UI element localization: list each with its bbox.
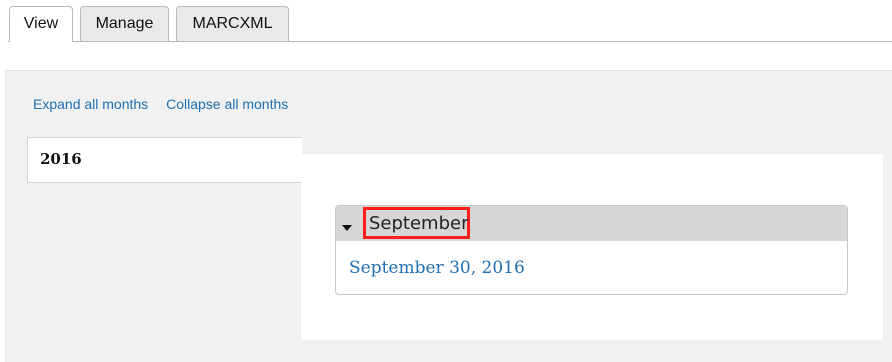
day-link-september-30-2016[interactable]: September 30, 2016: [349, 258, 525, 278]
tab-marcxml[interactable]: MARCXML: [176, 6, 289, 41]
tab-bar-divider: [8, 41, 892, 42]
tab-view[interactable]: View: [9, 6, 73, 42]
month-controls: Expand all months Collapse all months: [33, 96, 302, 112]
month-label[interactable]: September: [369, 213, 469, 234]
tab-manage[interactable]: Manage: [80, 6, 169, 41]
caret-down-icon[interactable]: [342, 225, 352, 231]
year-label: 2016: [40, 150, 82, 168]
tab-bar: View Manage MARCXML: [0, 0, 892, 42]
expand-all-months-link[interactable]: Expand all months: [33, 96, 148, 112]
collapse-all-months-link[interactable]: Collapse all months: [166, 96, 288, 112]
